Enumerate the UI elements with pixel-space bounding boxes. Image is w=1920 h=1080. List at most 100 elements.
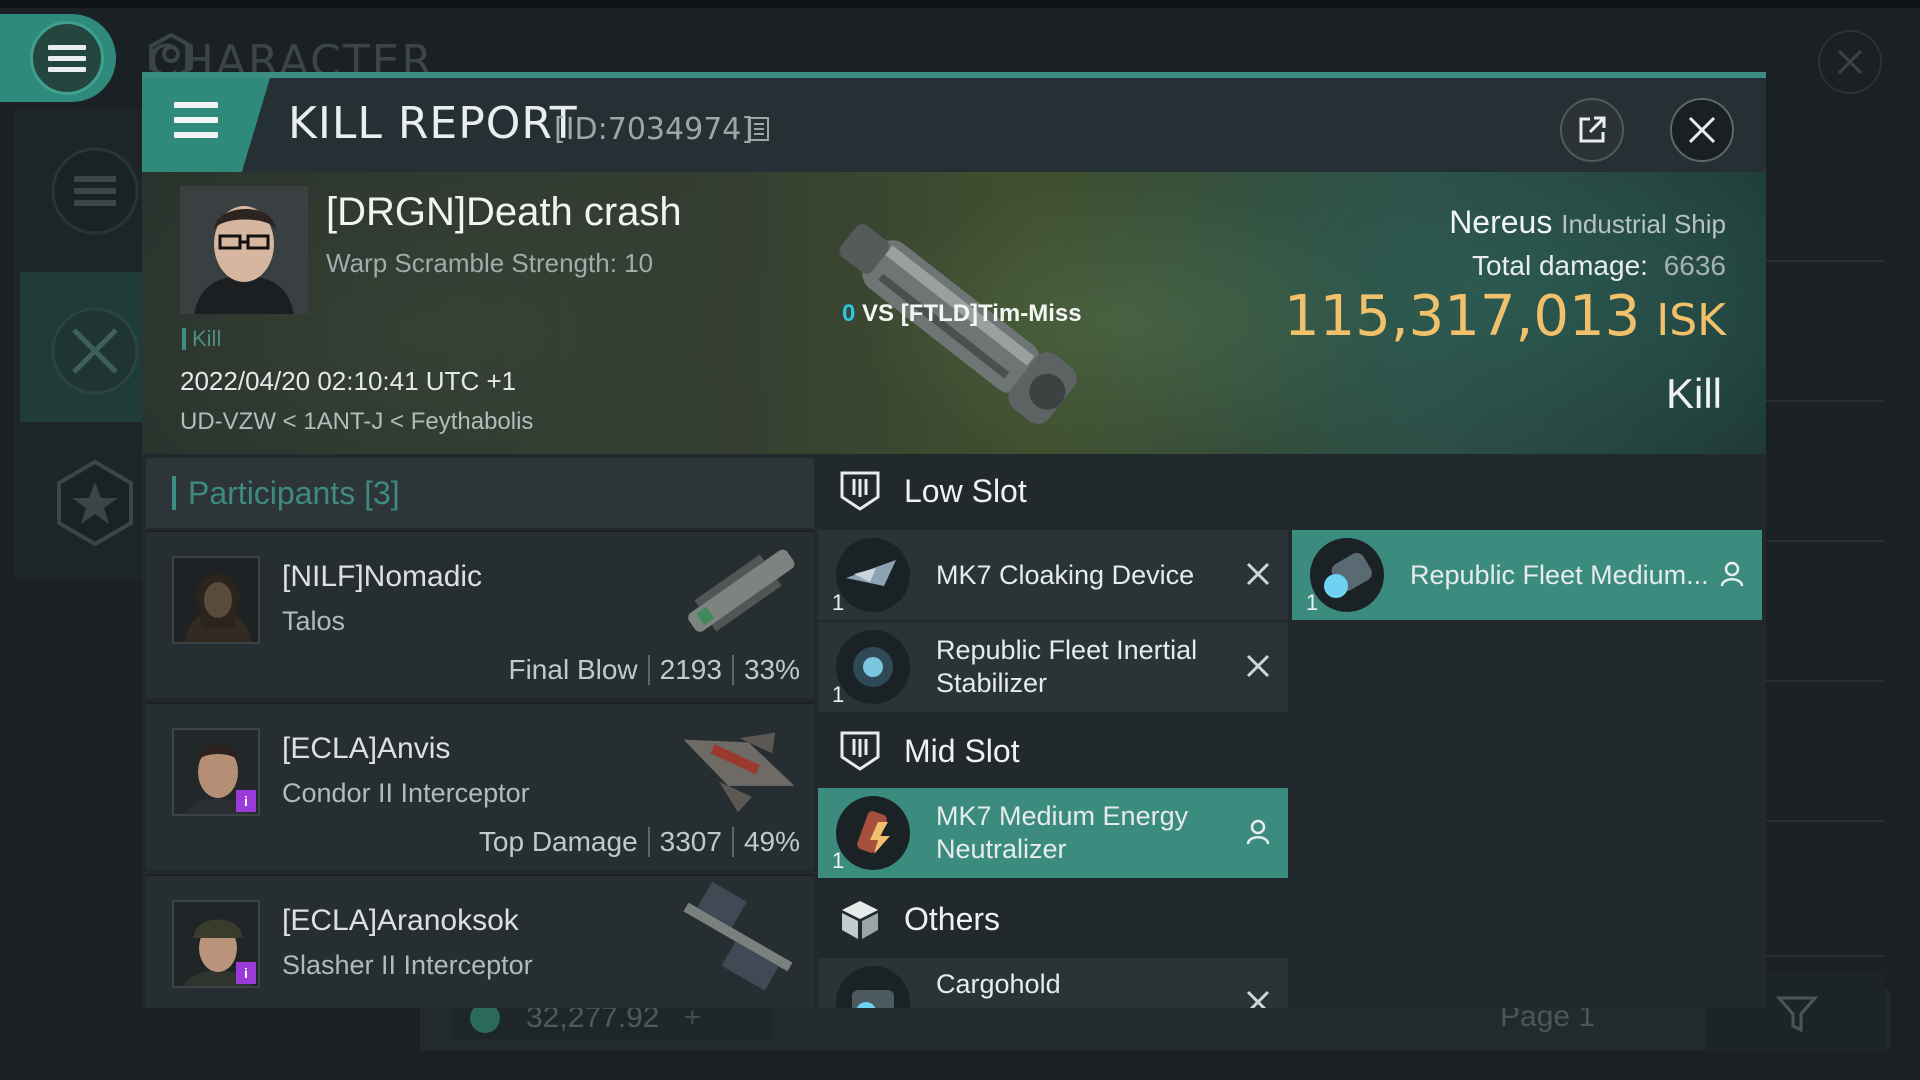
item-quantity: 1: [832, 848, 845, 873]
item-icon: [836, 796, 910, 870]
low-slot-icon: [840, 471, 880, 511]
fitting-item[interactable]: 1 Republic Fleet Inertial Stabilizer: [818, 622, 1288, 712]
result-label: Kill: [1665, 370, 1722, 417]
mid-slot-title: Mid Slot: [904, 732, 1020, 769]
fitting-item-dropped[interactable]: 1 MK7 Medium Energy Neutralizer: [818, 788, 1288, 878]
item-icon: [836, 630, 910, 704]
participant-portrait: [172, 556, 260, 644]
close-icon: [1688, 116, 1716, 144]
share-button[interactable]: [1560, 98, 1624, 162]
participant-card[interactable]: i [ECLA]Aranoksok Slasher II Interceptor: [146, 874, 814, 1008]
participant-role: Top Damage: [478, 826, 638, 857]
others-title: Others: [904, 900, 1001, 937]
participant-card[interactable]: i [ECLA]Anvis Condor II Interceptor Top …: [146, 702, 814, 870]
others-header: Others: [814, 882, 1766, 956]
participant-stats: Final Blow 2193 33%: [508, 654, 800, 686]
pilot-avatar: [180, 186, 308, 314]
vs-count: 0: [842, 300, 856, 327]
hamburger-icon: [174, 102, 218, 138]
dropped-pilot-icon: [1720, 561, 1744, 587]
vs-line: 0 VS [FTLD]Tim-Miss: [842, 300, 1082, 328]
ship-info[interactable]: Nereus Industrial Ship: [1449, 204, 1726, 241]
top-bar: [0, 0, 1920, 8]
fitting-panel: Low Slot 1 MK7 Cloaking Device 1 Republi…: [814, 454, 1766, 1008]
participants-title: Participants [3]: [188, 474, 400, 511]
ship-name: Nereus: [1449, 204, 1553, 240]
participant-card[interactable]: [NILF]Nomadic Talos Final Blow 2193 33%: [146, 530, 814, 698]
isk-unit: ISK: [1656, 295, 1726, 346]
participant-ship: Talos: [282, 606, 346, 636]
participant-damage: 2193: [659, 654, 722, 685]
background-close-button[interactable]: [1818, 30, 1882, 94]
participant-name: [NILF]Nomadic: [282, 560, 483, 593]
ship-class: Industrial Ship: [1561, 209, 1726, 239]
mid-slot-icon: [840, 731, 880, 771]
pilot-avatar: [174, 558, 258, 642]
low-slot-header: Low Slot: [814, 454, 1766, 528]
close-button[interactable]: [1670, 98, 1734, 162]
item-icon: [1310, 538, 1384, 612]
item-name: Republic Fleet Medium...: [1410, 559, 1709, 590]
participant-ship-image: [688, 549, 795, 632]
participant-ship: Slasher II Interceptor: [282, 950, 533, 980]
participant-ship-image: [683, 882, 793, 991]
isk-value: 115,317,013: [1283, 284, 1641, 349]
info-badge: i: [236, 962, 256, 984]
copy-icon[interactable]: [748, 116, 770, 142]
destroyed-icon: [1246, 562, 1270, 586]
participant-percent: 49%: [743, 826, 800, 857]
kill-report-modal: KILL REPORT [ID:7034974] [DRGN]Death cra…: [142, 72, 1766, 1008]
victim-name[interactable]: [DRGN]Death crash: [326, 190, 682, 235]
fitting-item[interactable]: Cargohold: [818, 958, 1288, 1008]
total-damage-value: 6636: [1663, 250, 1726, 281]
participant-ship-image: [683, 732, 795, 813]
close-icon: [1837, 49, 1863, 75]
kill-tag-label: Kill: [192, 326, 222, 351]
sidebar-list-button[interactable]: [50, 146, 140, 236]
destroyed-icon: [1246, 990, 1270, 1008]
fitting-item-dropped[interactable]: 1 Republic Fleet Medium...: [1292, 530, 1762, 620]
modal-title: KILL REPORT: [288, 98, 578, 149]
vs-text[interactable]: VS [FTLD]Tim-Miss: [862, 300, 1082, 327]
fitting-item[interactable]: 1 MK7 Cloaking Device: [818, 530, 1288, 620]
total-damage: Total damage: 6636: [1472, 250, 1726, 282]
warp-scramble-strength: Warp Scramble Strength: 10: [326, 248, 654, 278]
sidebar-favorites-button[interactable]: [50, 458, 140, 548]
main-menu-button[interactable]: [0, 14, 116, 102]
report-id: [ID:7034974]: [554, 112, 754, 147]
info-badge: i: [236, 790, 256, 812]
external-link-icon: [1579, 116, 1606, 143]
filter-icon: [1775, 996, 1819, 1033]
sidebar-combat-button[interactable]: [50, 306, 140, 396]
modal-menu-button[interactable]: [142, 78, 270, 172]
participant-name: [ECLA]Anvis: [282, 732, 451, 765]
participants-header: Participants [3]: [146, 458, 814, 528]
participant-stats: Top Damage 3307 49%: [479, 826, 800, 858]
item-name: MK7 Cloaking Device: [936, 559, 1195, 590]
kill-banner: [DRGN]Death crash Warp Scramble Strength…: [142, 172, 1766, 454]
dropped-pilot-icon: [1246, 819, 1270, 845]
list-icon: [51, 147, 139, 235]
modal-header: KILL REPORT [ID:7034974]: [142, 78, 1766, 172]
item-icon: [836, 966, 910, 1008]
item-quantity: 1: [832, 590, 845, 615]
kill-tag: Kill: [182, 326, 221, 352]
isk-value-line: 115,317,013 ISK: [1284, 284, 1726, 349]
item-name: MK7 Medium Energy Neutralizer: [936, 801, 1189, 864]
mid-slot-header: Mid Slot: [814, 714, 1766, 788]
kill-location[interactable]: UD-VZW < 1ANT-J < Feythabolis: [180, 408, 533, 436]
low-slot-title: Low Slot: [904, 472, 1027, 509]
participant-damage: 3307: [659, 826, 722, 857]
participant-name: [ECLA]Aranoksok: [282, 904, 519, 937]
participant-portrait: i: [172, 728, 260, 816]
item-quantity: 1: [832, 682, 845, 707]
hamburger-icon: [30, 21, 104, 95]
victim-portrait[interactable]: [180, 186, 308, 314]
destroyed-icon: [1246, 654, 1270, 678]
participant-portrait: i: [172, 900, 260, 988]
star-icon: [57, 459, 133, 547]
item-name: Republic Fleet Inertial Stabilizer: [936, 635, 1198, 698]
crossed-swords-icon: [51, 307, 139, 395]
participant-ship: Condor II Interceptor: [282, 778, 530, 808]
item-icon: [836, 538, 910, 612]
